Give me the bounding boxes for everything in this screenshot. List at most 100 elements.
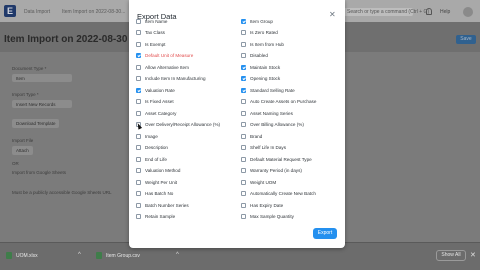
field-checkbox-row[interactable]: Asset Naming Series (241, 108, 341, 118)
field-checkbox-row[interactable]: Tax Class (136, 28, 236, 38)
checkbox[interactable] (136, 53, 141, 58)
checkbox[interactable] (136, 99, 141, 104)
breadcrumb-data-import[interactable]: Data Import (24, 9, 50, 15)
chevron-up-icon[interactable]: ^ (78, 252, 81, 258)
field-checkbox-row[interactable]: Is Zero Rated (241, 28, 341, 38)
field-checkbox-row[interactable]: Max Sample Quantity (241, 212, 341, 222)
field-checkbox-row[interactable]: Disabled (241, 51, 341, 61)
app-logo[interactable]: E (4, 5, 16, 17)
save-button[interactable]: Save (456, 35, 476, 44)
checkbox[interactable] (136, 202, 141, 208)
field-checkbox-row[interactable]: Shelf Life In Days (241, 143, 341, 153)
field-checkbox-row[interactable]: Include Item In Manufacturing (136, 74, 236, 84)
checkbox[interactable] (136, 110, 141, 116)
checkbox[interactable] (136, 191, 141, 196)
field-checkbox-row[interactable]: Valuation Rate (136, 85, 236, 95)
chevron-up-icon[interactable]: ^ (176, 252, 179, 258)
checkbox[interactable] (136, 18, 141, 24)
checkbox[interactable] (241, 53, 246, 58)
checkbox[interactable] (241, 64, 246, 70)
field-checkbox-row[interactable]: Item Group (241, 16, 341, 26)
field-checkbox-row[interactable]: Is Fixed Asset (136, 97, 236, 107)
doctype-label: Document Type * (12, 66, 47, 71)
checkbox[interactable] (136, 64, 141, 70)
checkbox[interactable] (241, 202, 246, 208)
avatar[interactable] (463, 7, 473, 17)
checkbox-label: Automatically Create New Batch (250, 191, 316, 196)
field-checkbox-row[interactable]: Has Expiry Date (241, 200, 341, 210)
checkbox-label: Is Fixed Asset (145, 99, 174, 104)
field-checkbox-row[interactable]: Valuation Method (136, 166, 236, 176)
doctype-field[interactable]: Item (12, 74, 72, 82)
checkbox[interactable] (136, 87, 141, 93)
field-checkbox-row[interactable]: Warranty Period (in days) (241, 166, 341, 176)
field-checkbox-row[interactable]: Brand (241, 131, 341, 141)
field-checkbox-row[interactable]: Asset Category (136, 108, 236, 118)
checkbox[interactable] (136, 41, 141, 47)
show-all-button[interactable]: Show All (436, 250, 466, 261)
field-checkbox-row[interactable]: Is Item from Hub (241, 39, 341, 49)
field-checkbox-row[interactable]: Default Material Request Type (241, 154, 341, 164)
checkbox-label: Warranty Period (in days) (250, 168, 302, 173)
checkbox-label: Over Delivery/Receipt Allowance (%) (145, 122, 221, 127)
checkbox[interactable] (136, 214, 141, 219)
field-checkbox-row[interactable]: Maintain Stock (241, 62, 341, 72)
checkbox[interactable] (241, 41, 246, 47)
checkbox[interactable] (136, 76, 141, 81)
checkbox[interactable] (241, 214, 246, 219)
checkbox[interactable] (241, 145, 246, 150)
checkbox[interactable] (136, 156, 141, 162)
checkbox[interactable] (241, 110, 246, 116)
checkbox[interactable] (241, 179, 246, 185)
attach-button[interactable]: Attach (12, 146, 33, 155)
checkbox[interactable] (241, 87, 246, 93)
google-sheets-label: Import from Google Sheets (12, 170, 67, 175)
checkbox[interactable] (136, 168, 141, 173)
checkbox[interactable] (241, 191, 246, 196)
close-icon[interactable]: ✕ (470, 251, 476, 259)
field-checkbox-row[interactable]: Weight Per Unit (136, 177, 236, 187)
import-type-field[interactable]: Insert New Records (12, 100, 72, 108)
help-menu[interactable]: Help (440, 9, 450, 15)
field-checkbox-row[interactable]: Standard Selling Rate (241, 85, 341, 95)
checkbox[interactable] (241, 18, 246, 24)
checkbox-label: Image (145, 133, 158, 139)
checkbox[interactable] (136, 30, 141, 35)
checkbox-label: Allow Alternative Item (145, 64, 189, 70)
field-checkbox-row[interactable]: Item Name (136, 16, 236, 26)
download-item[interactable]: UOM.xlsx (6, 252, 38, 259)
field-checkbox-row[interactable]: Batch Number Series (136, 200, 236, 210)
search-input[interactable]: Search or type a command (Ctrl + G) (343, 8, 429, 16)
checkbox[interactable] (241, 30, 246, 35)
field-checkbox-row[interactable]: Allow Alternative Item (136, 62, 236, 72)
checkbox-label: Maintain Stock (250, 64, 281, 70)
field-checkbox-row[interactable]: Over Billing Allowance (%) (241, 120, 341, 130)
breadcrumb-current[interactable]: Item Import on 2022-08-30... (62, 9, 125, 15)
checkbox[interactable] (241, 156, 246, 162)
field-checkbox-row[interactable]: Default Unit of Measure (136, 51, 236, 61)
bell-icon[interactable] (426, 8, 432, 15)
checkbox[interactable] (241, 76, 246, 81)
export-button[interactable]: Export (313, 228, 337, 239)
checkbox[interactable] (241, 99, 246, 104)
checkbox[interactable] (136, 145, 141, 150)
field-checkbox-row[interactable]: Has Batch No (136, 189, 236, 199)
field-checkbox-row[interactable]: End of Life (136, 154, 236, 164)
field-checkbox-row[interactable]: Auto Create Assets on Purchase (241, 97, 341, 107)
checkbox[interactable] (136, 133, 141, 139)
field-checkbox-row[interactable]: Is Exempt (136, 39, 236, 49)
field-checkbox-row[interactable]: Weight UOM (241, 177, 341, 187)
field-checkbox-row[interactable]: Over Delivery/Receipt Allowance (%) (136, 120, 236, 130)
checkbox[interactable] (241, 133, 246, 139)
checkbox-label: Is Item from Hub (250, 41, 284, 47)
checkbox[interactable] (241, 168, 246, 173)
download-item[interactable]: Item Group.csv (96, 252, 140, 259)
field-checkbox-row[interactable]: Opening Stock (241, 74, 341, 84)
field-checkbox-row[interactable]: Image (136, 131, 236, 141)
field-checkbox-row[interactable]: Retain Sample (136, 212, 236, 222)
field-checkbox-row[interactable]: Automatically Create New Batch (241, 189, 341, 199)
checkbox[interactable] (136, 179, 141, 185)
checkbox[interactable] (241, 122, 246, 127)
field-checkbox-row[interactable]: Description (136, 143, 236, 153)
download-template-button[interactable]: Download Template (12, 119, 60, 128)
